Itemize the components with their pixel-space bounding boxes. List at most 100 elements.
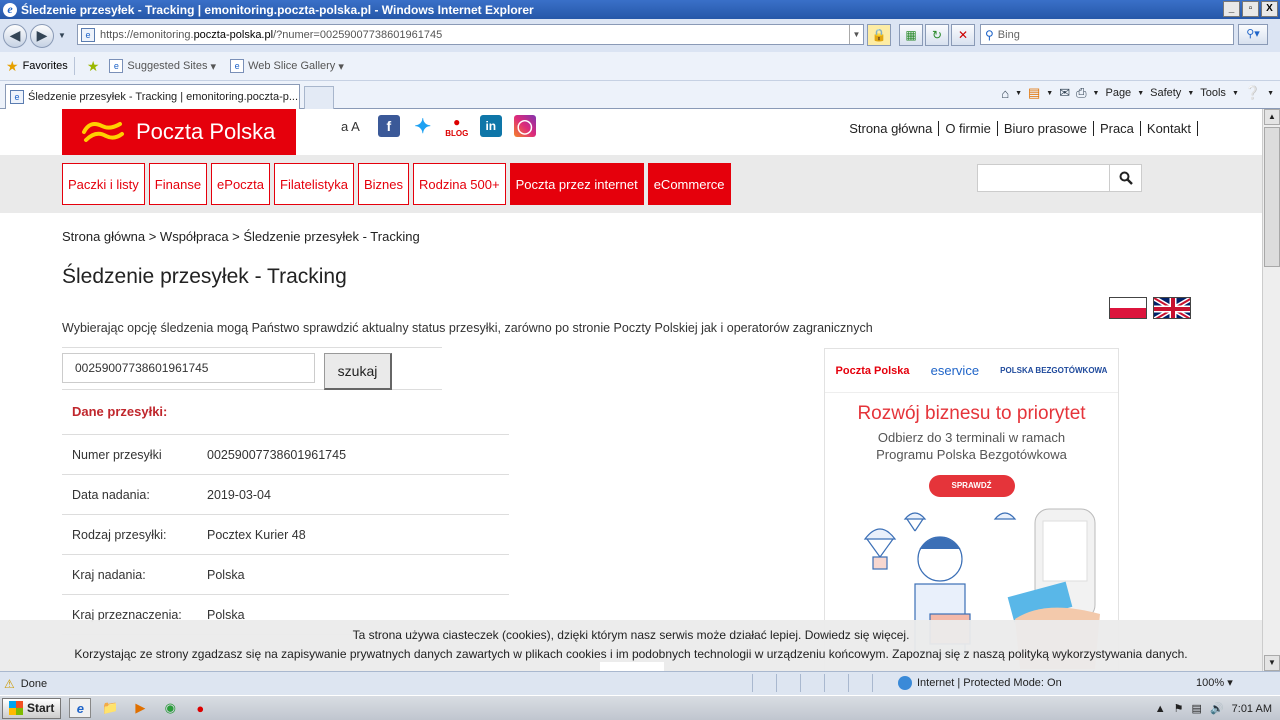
network-icon[interactable]: ▤ [1192, 702, 1202, 715]
detail-value: 2019-03-04 [207, 487, 271, 502]
url-input[interactable]: e https://emonitoring. poczta-polska.pl/?… [77, 24, 864, 45]
explorer-taskbar-icon[interactable]: 📁 [99, 698, 121, 718]
vertical-scrollbar[interactable]: ▲ ▼ [1262, 109, 1280, 671]
add-favorite-button[interactable]: ★ [87, 58, 104, 75]
home-icon[interactable]: ⌂ [1001, 86, 1009, 101]
status-bar: ⚠ Done Internet | Protected Mode: On 100… [0, 671, 1280, 695]
detail-value: Polska [207, 567, 245, 582]
twitter-icon[interactable]: ✦ [411, 115, 434, 138]
tracking-number-input[interactable] [62, 353, 315, 383]
volume-icon[interactable]: 🔊 [1210, 702, 1224, 715]
safety-menu[interactable]: Safety [1150, 87, 1181, 99]
top-link-careers[interactable]: Praca [1094, 121, 1141, 136]
close-window-button[interactable]: X [1261, 1, 1278, 17]
add-to-favorites-icon: ★ [86, 57, 100, 74]
tray-arrow-icon[interactable]: ▲ [1155, 703, 1166, 715]
chevron-down-icon[interactable]: ▼ [1046, 90, 1053, 97]
instagram-icon[interactable]: ◯ [513, 115, 536, 137]
lock-icon[interactable]: 🔒 [867, 24, 891, 46]
start-button[interactable]: Start [2, 697, 62, 719]
cookie-notice: Ta strona używa ciasteczek (cookies), dz… [0, 620, 1262, 671]
chevron-down-icon: ▼ [1137, 89, 1145, 97]
site-search-input[interactable] [977, 164, 1110, 192]
back-button[interactable]: ◀ [3, 23, 27, 48]
search-go-button[interactable]: ⚲▾ [1238, 24, 1268, 45]
nav-item-business[interactable]: Biznes [357, 163, 409, 205]
forward-button[interactable]: ▶ [30, 23, 54, 48]
refresh-icon[interactable]: ↻ [925, 24, 949, 46]
table-row: Kraj nadania: Polska [62, 555, 509, 595]
minimize-button[interactable]: _ [1223, 1, 1240, 17]
url-dropdown-icon[interactable]: ▼ [849, 25, 863, 44]
nav-item-philately[interactable]: Filatelistyka [274, 163, 354, 205]
scroll-up-icon[interactable]: ▲ [1264, 109, 1280, 125]
new-tab-button[interactable] [304, 86, 334, 109]
page-icon: e [230, 59, 245, 73]
history-dropdown-icon[interactable]: ▼ [58, 31, 66, 40]
help-icon[interactable]: ❔ [1245, 85, 1261, 101]
breadcrumb[interactable]: Strona główna > Współpraca > Śledzenie p… [62, 229, 420, 244]
status-text: Done [20, 677, 48, 690]
stop-icon[interactable]: ✕ [951, 24, 975, 46]
taskbar: Start e 📁 ▶ ◉ ● ▲ ⚑ ▤ 🔊 7:01 AM [0, 695, 1280, 720]
uk-flag-icon[interactable] [1153, 297, 1191, 319]
nav-item-internet-post[interactable]: Poczta przez internet [509, 163, 644, 205]
scroll-thumb[interactable] [1264, 127, 1280, 267]
web-slice-gallery-button[interactable]: e Web Slice Gallery ▾ [230, 59, 344, 73]
zoom-level[interactable]: 100% ▾ [1196, 676, 1233, 689]
polish-flag-icon[interactable] [1109, 297, 1147, 319]
nav-item-ecommerce[interactable]: eCommerce [647, 163, 731, 205]
site-search-button[interactable] [1109, 164, 1142, 192]
cookie-text-1[interactable]: Ta strona używa ciasteczek (cookies), dz… [0, 626, 1262, 645]
nav-item-parcels[interactable]: Paczki i listy [62, 163, 145, 205]
nav-item-finance[interactable]: Finanse [148, 163, 208, 205]
banner-cta-button[interactable]: SPRAWDŹ [928, 475, 1015, 497]
nav-item-epoczta[interactable]: ePoczta [211, 163, 271, 205]
maximize-button[interactable]: ▫ [1242, 1, 1259, 17]
suggested-sites-button[interactable]: e Suggested Sites ▾ [109, 59, 216, 73]
page-menu[interactable]: Page [1105, 87, 1131, 99]
flag-icon[interactable]: ⚑ [1174, 702, 1184, 715]
nav-item-family500[interactable]: Rodzina 500+ [412, 163, 506, 205]
warning-icon: ⚠ [4, 676, 15, 691]
zone-text: Internet | Protected Mode: On [917, 677, 1062, 689]
search-icon: ⚲ [985, 27, 994, 42]
post-horn-icon [82, 122, 124, 142]
search-button[interactable]: szukaj [324, 353, 392, 390]
url-prefix: https://emonitoring. [100, 28, 194, 41]
clock[interactable]: 7:01 AM [1232, 703, 1272, 715]
language-switcher [1109, 297, 1191, 319]
tab-tracking[interactable]: e Śledzenie przesyłek - Tracking | emoni… [5, 84, 300, 109]
top-link-about[interactable]: O firmie [939, 121, 998, 136]
chevron-down-icon[interactable]: ▼ [1267, 90, 1274, 97]
tools-menu[interactable]: Tools [1200, 87, 1226, 99]
mail-icon[interactable]: ✉ [1059, 85, 1070, 101]
chevron-down-icon[interactable]: ▼ [1015, 90, 1022, 97]
compatibility-view-icon[interactable]: ▦ [899, 24, 923, 46]
media-player-taskbar-icon[interactable]: ▶ [129, 698, 151, 718]
linkedin-icon[interactable]: in [479, 115, 502, 137]
favorites-button[interactable]: ★ Favorites [6, 58, 68, 75]
print-icon[interactable]: ⎙ [1076, 85, 1086, 101]
search-input[interactable]: ⚲ Bing [980, 24, 1234, 45]
system-tray: ▲ ⚑ ▤ 🔊 7:01 AM [1147, 698, 1280, 719]
top-link-home[interactable]: Strona główna [843, 121, 940, 136]
poczta-polska-logo[interactable]: Poczta Polska [62, 109, 296, 155]
page-title: Śledzenie przesyłek - Tracking [62, 265, 347, 288]
security-zone[interactable]: Internet | Protected Mode: On [898, 676, 1062, 690]
chrome-taskbar-icon[interactable]: ◉ [159, 698, 181, 718]
page-icon: e [109, 59, 124, 73]
cookie-accept-button[interactable] [600, 662, 664, 671]
stop-sign-taskbar-icon[interactable]: ● [189, 698, 211, 718]
top-link-contact[interactable]: Kontakt [1141, 121, 1198, 136]
font-size-toggle[interactable]: a A [341, 119, 360, 134]
brand-poczta-polska: Poczta Polska [835, 364, 910, 377]
blog-icon[interactable]: ● BLOG [445, 115, 468, 138]
ie-taskbar-icon[interactable]: e [69, 698, 92, 718]
top-link-press[interactable]: Biuro prasowe [998, 121, 1094, 136]
scroll-down-icon[interactable]: ▼ [1264, 655, 1280, 671]
facebook-icon[interactable]: f [377, 115, 400, 137]
rss-icon[interactable]: ▤ [1028, 85, 1040, 101]
suggested-sites-label: Suggested Sites [127, 60, 208, 72]
chevron-down-icon[interactable]: ▼ [1093, 90, 1100, 97]
